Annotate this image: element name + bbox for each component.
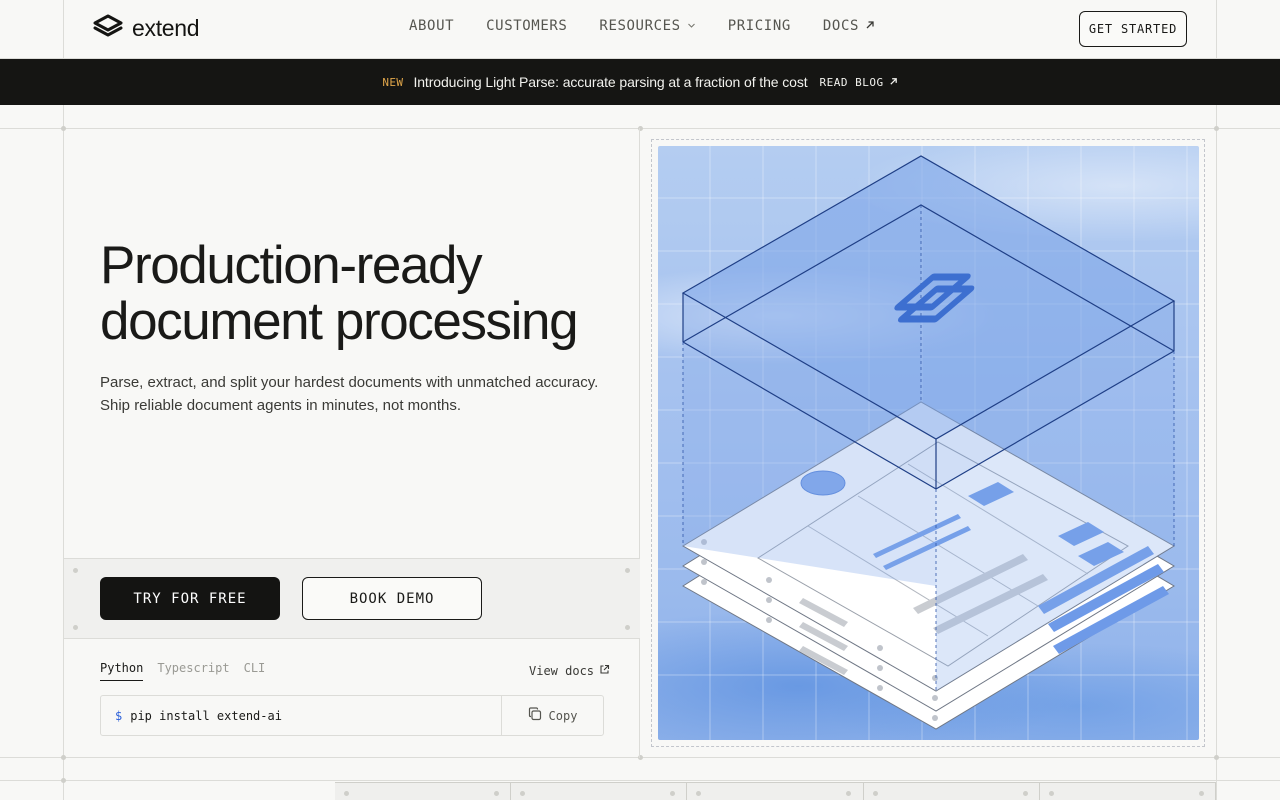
guide-dot <box>625 568 630 573</box>
nav-label: PRICING <box>727 18 791 34</box>
guide-dot <box>73 625 78 630</box>
arrow-up-right-icon <box>889 76 898 89</box>
guide-dot <box>1022 791 1028 796</box>
install-command-box: $ pip install extend-ai Copy <box>100 695 604 736</box>
nav-item-resources[interactable]: RESOURCES <box>599 18 695 34</box>
language-tabs: Python Typescript CLI <box>100 661 265 681</box>
hero-title-line: Production-ready <box>100 236 483 295</box>
nav-item-pricing[interactable]: PRICING <box>728 18 791 34</box>
get-started-button[interactable]: GET STARTED <box>1079 11 1187 47</box>
tab-typescript[interactable]: Typescript <box>157 661 229 681</box>
logo-link[interactable]: extend <box>92 13 200 44</box>
guide-dot <box>696 791 702 796</box>
guide-dot <box>872 791 878 796</box>
guide-dot <box>494 791 499 796</box>
copy-label: Copy <box>548 708 578 723</box>
hero-subtitle: Parse, extract, and split your hardest d… <box>100 374 599 414</box>
guide-dot <box>1214 755 1219 760</box>
guide-dot <box>846 791 852 796</box>
logo-strip-cell <box>1040 783 1217 800</box>
try-for-free-button[interactable]: TRY FOR FREE <box>100 577 280 620</box>
guide-dot <box>344 791 349 796</box>
guide-dot <box>61 778 66 783</box>
logo-strip-cell <box>511 783 688 800</box>
tab-python[interactable]: Python <box>100 661 144 681</box>
external-link-icon <box>599 664 610 678</box>
nav-item-docs[interactable]: DOCS <box>823 18 875 34</box>
tab-cli[interactable]: CLI <box>244 661 266 681</box>
main-nav: ABOUT CUSTOMERS RESOURCES PRICING DOCS <box>409 18 875 34</box>
nav-label: DOCS <box>822 18 860 34</box>
announcement-message: Introducing Light Parse: accurate parsin… <box>413 74 808 90</box>
hero-title-line: document processing <box>100 292 579 351</box>
logo-strip-cell <box>687 783 864 800</box>
read-blog-link[interactable]: READ BLOG <box>820 76 898 89</box>
guide-dot <box>73 568 78 573</box>
layered-documents-illustration <box>658 146 1199 740</box>
book-demo-button[interactable]: BOOK DEMO <box>302 577 482 620</box>
logo-strip-cell <box>864 783 1040 800</box>
nav-item-about[interactable]: ABOUT <box>409 18 454 34</box>
nav-label: CUSTOMERS <box>486 18 568 34</box>
guide-dot <box>1198 791 1204 796</box>
install-command[interactable]: $ pip install extend-ai <box>101 696 501 735</box>
logo-strip <box>335 782 1217 800</box>
guide-dot <box>670 791 676 796</box>
guide-dot <box>1048 791 1054 796</box>
guide-line <box>1216 0 1217 800</box>
view-docs-link[interactable]: View docs <box>529 664 610 678</box>
guide-dot <box>520 791 526 796</box>
read-blog-label: READ BLOG <box>819 75 884 89</box>
nav-item-customers[interactable]: CUSTOMERS <box>486 18 567 34</box>
site-header: extend ABOUT CUSTOMERS RESOURCES PRICING… <box>0 0 1280 59</box>
copy-button[interactable]: Copy <box>501 696 603 735</box>
chevron-down-icon <box>687 20 696 33</box>
guide-dot <box>625 625 630 630</box>
guide-line <box>0 780 1280 781</box>
new-badge: NEW <box>382 75 404 89</box>
view-docs-label: View docs <box>529 664 595 678</box>
logo-wordmark: extend <box>132 14 200 41</box>
hero-illustration <box>658 146 1199 740</box>
nav-label: ABOUT <box>409 18 455 34</box>
announcement-banner: NEW Introducing Light Parse: accurate pa… <box>0 59 1280 105</box>
logo-strip-cell <box>335 783 512 800</box>
nav-label: RESOURCES <box>599 18 681 34</box>
extend-logo-icon <box>92 13 124 44</box>
hero-title: Production-ready document processing <box>100 238 640 350</box>
install-command-text: pip install extend-ai <box>130 708 282 723</box>
arrow-up-right-icon <box>865 20 875 33</box>
guide-dot <box>1214 126 1219 131</box>
shell-prompt: $ <box>115 708 123 723</box>
copy-icon <box>528 707 542 724</box>
